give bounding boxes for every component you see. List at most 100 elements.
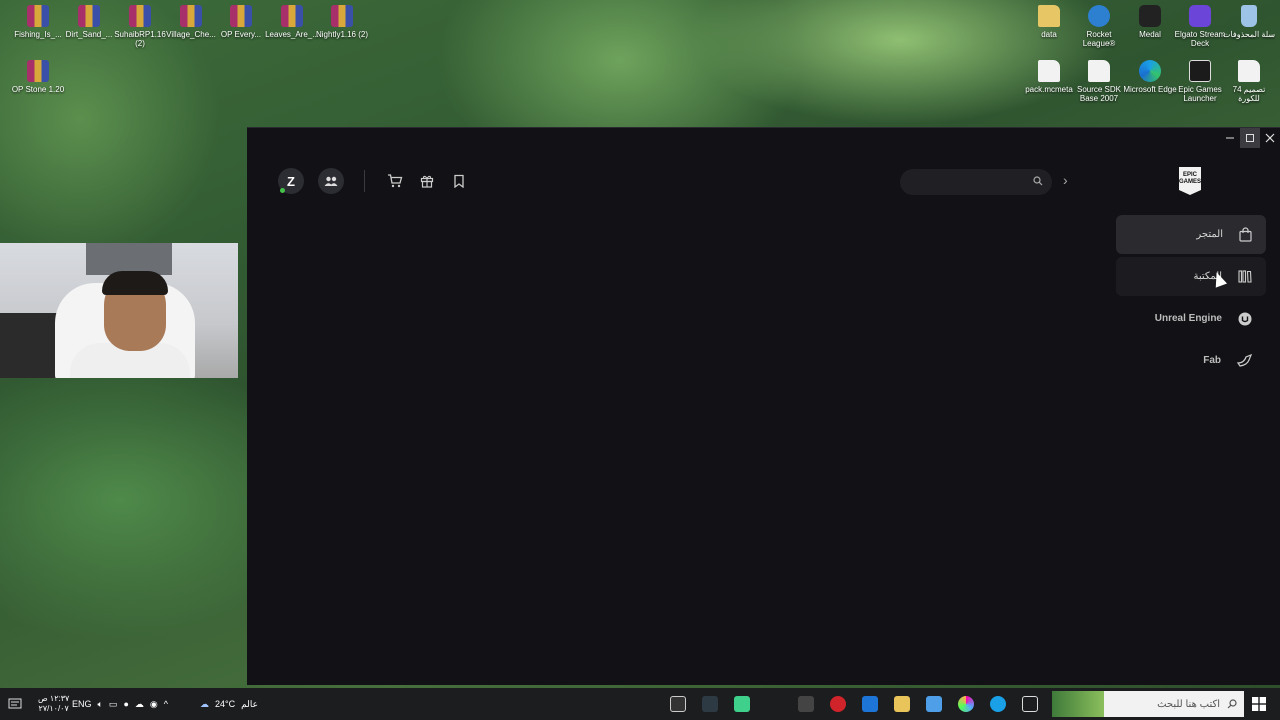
language-indicator[interactable]: ENG (72, 699, 92, 709)
taskbar-app-explorer[interactable] (888, 690, 916, 718)
cart-button[interactable] (379, 168, 411, 194)
online-status-dot (280, 188, 285, 193)
taskbar-app-terminal[interactable] (696, 690, 724, 718)
tray-icons: ENG 🔈︎ ▭ ● ☁︎ ◉ ^ (72, 688, 168, 720)
rar-file-icon (78, 5, 100, 27)
rar-file-icon (129, 5, 151, 27)
microphone-icon[interactable]: ● (123, 699, 128, 709)
taskbar-app-opera[interactable] (824, 690, 852, 718)
desktop-icon[interactable]: Village_Che... (164, 5, 218, 39)
weather-label: عالم (241, 698, 258, 709)
search-input[interactable] (900, 169, 1020, 195)
taskbar-app-edge[interactable] (984, 690, 1012, 718)
desktop-icon-label: Elgato Stream Deck (1174, 30, 1226, 48)
minimize-icon (1226, 137, 1234, 139)
minimize-button[interactable] (1220, 128, 1240, 148)
friends-icon (324, 176, 338, 186)
edge-file-icon (1139, 60, 1161, 82)
nav-item-label: المتجر (1196, 229, 1223, 240)
weather-icon: ☁︎ (200, 698, 209, 709)
onedrive-icon[interactable]: ☁︎ (135, 699, 144, 710)
nav-item-label: Fab (1203, 355, 1221, 366)
weather-widget[interactable]: ☁︎ 24°C عالم (200, 688, 258, 720)
taskbar-search[interactable]: اكتب هنا للبحث (1052, 691, 1244, 717)
library-icon (1238, 270, 1252, 283)
clock[interactable]: ١٢:٣٧ ص ٢٧/١٠/٠٧ (38, 694, 69, 714)
desktop-icon-label: Epic Games Launcher (1178, 85, 1222, 103)
taskbar-app-green[interactable] (728, 690, 756, 718)
profile-avatar[interactable]: Z (278, 168, 304, 194)
wishlist-button[interactable] (443, 168, 475, 194)
desktop-icon[interactable]: OP Stone 1.20 (11, 60, 65, 94)
desktop-icon[interactable]: Rocket League® (1072, 5, 1126, 48)
desktop-icon-label: تصميم 74 للكورة (1232, 85, 1266, 103)
security-icon[interactable]: ◉ (150, 699, 158, 710)
rocket-file-icon (1088, 5, 1110, 27)
taskbar-tray (8, 688, 22, 720)
maximize-button[interactable] (1240, 128, 1260, 148)
desktop-icon[interactable]: SuhaibRP1.16 (2) (113, 5, 167, 48)
network-icon[interactable]: ▭ (109, 699, 118, 710)
gift-button[interactable] (411, 168, 443, 194)
desktop-icon-label: SuhaibRP1.16 (2) (114, 30, 166, 48)
cart-icon (388, 174, 403, 188)
taskbar-app-store[interactable] (920, 690, 948, 718)
nav-item-library[interactable]: المكتبة (1116, 257, 1266, 296)
unreal-icon (1238, 312, 1252, 325)
desktop-icon-label: Rocket League® (1082, 30, 1116, 48)
window-controls (1220, 128, 1280, 148)
taskbar-app-bm[interactable] (792, 690, 820, 718)
desktop-icon-label: Nightly1.16 (2) (315, 30, 369, 39)
maximize-icon (1246, 134, 1254, 142)
fab-icon (1237, 354, 1252, 367)
task-view-button[interactable] (1016, 690, 1044, 718)
taskbar-app-outlook[interactable] (856, 690, 884, 718)
webcam-overlay (0, 243, 238, 378)
desktop-icon[interactable]: Nightly1.16 (2) (315, 5, 369, 39)
logo-text: EPIC GAMES (1179, 172, 1202, 185)
desktop-icon[interactable]: pack.mcmeta (1022, 60, 1076, 94)
folder-file-icon (1038, 5, 1060, 27)
desktop-icon-label: Microsoft Edge (1123, 85, 1177, 94)
desktop-icon[interactable]: OP Every... (214, 5, 268, 39)
nav-item-unreal-engine[interactable]: Unreal Engine (1116, 299, 1266, 338)
rar-file-icon (180, 5, 202, 27)
desktop-icon-label: Dirt_Sand_... (65, 30, 113, 39)
pinned-apps (662, 688, 1046, 720)
taskbar-app-epic[interactable] (664, 690, 692, 718)
weather-temp: 24°C (215, 699, 236, 709)
desktop-icon-label: Source SDK Base 2007 (1076, 85, 1122, 103)
close-button[interactable] (1260, 128, 1280, 148)
bookmark-icon (454, 174, 464, 188)
desktop-icon[interactable]: Leaves_Are_... (265, 5, 319, 39)
desktop-icon[interactable]: Dirt_Sand_... (62, 5, 116, 39)
start-button[interactable] (1252, 688, 1266, 720)
desktop-icon[interactable]: Source SDK Base 2007 (1072, 60, 1126, 103)
desktop-icon[interactable]: data (1022, 5, 1076, 39)
nav-item-store[interactable]: المتجر (1116, 215, 1266, 254)
elgato-file-icon (1189, 5, 1211, 27)
desktop-icon-label: data (1041, 30, 1057, 39)
nav-item-fab[interactable]: Fab (1116, 341, 1266, 380)
desktop-icon[interactable]: سلة المحذوفات (1222, 5, 1276, 39)
avatar-letter: Z (287, 173, 295, 189)
desktop-icon[interactable]: Microsoft Edge (1123, 60, 1177, 94)
taskbar-app-blank[interactable] (760, 690, 788, 718)
notification-icon[interactable] (8, 698, 22, 710)
epic-games-logo[interactable]: EPIC GAMES (1179, 167, 1201, 195)
friends-button[interactable] (318, 168, 344, 194)
desktop-icon[interactable]: Fishing_Is_... (11, 5, 65, 39)
desktop-icon[interactable]: Medal (1123, 5, 1177, 39)
volume-icon[interactable]: 🔈︎ (98, 699, 103, 710)
desktop-icon[interactable]: تصميم 74 للكورة (1222, 60, 1276, 103)
desktop-icon[interactable]: Elgato Stream Deck (1173, 5, 1227, 48)
desktop-icon-label: pack.mcmeta (1025, 85, 1073, 94)
forward-chevron-icon[interactable]: › (1063, 172, 1068, 188)
desktop-icon-label: سلة المحذوفات (1222, 30, 1276, 39)
desktop-icon-label: Leaves_Are_... (265, 30, 319, 39)
chevron-up-icon[interactable]: ^ (164, 699, 168, 709)
taskbar-app-copilot[interactable] (952, 690, 980, 718)
store-search[interactable] (900, 169, 1052, 195)
launcher-topbar: Z (278, 168, 475, 194)
desktop-icon[interactable]: Epic Games Launcher (1173, 60, 1227, 103)
